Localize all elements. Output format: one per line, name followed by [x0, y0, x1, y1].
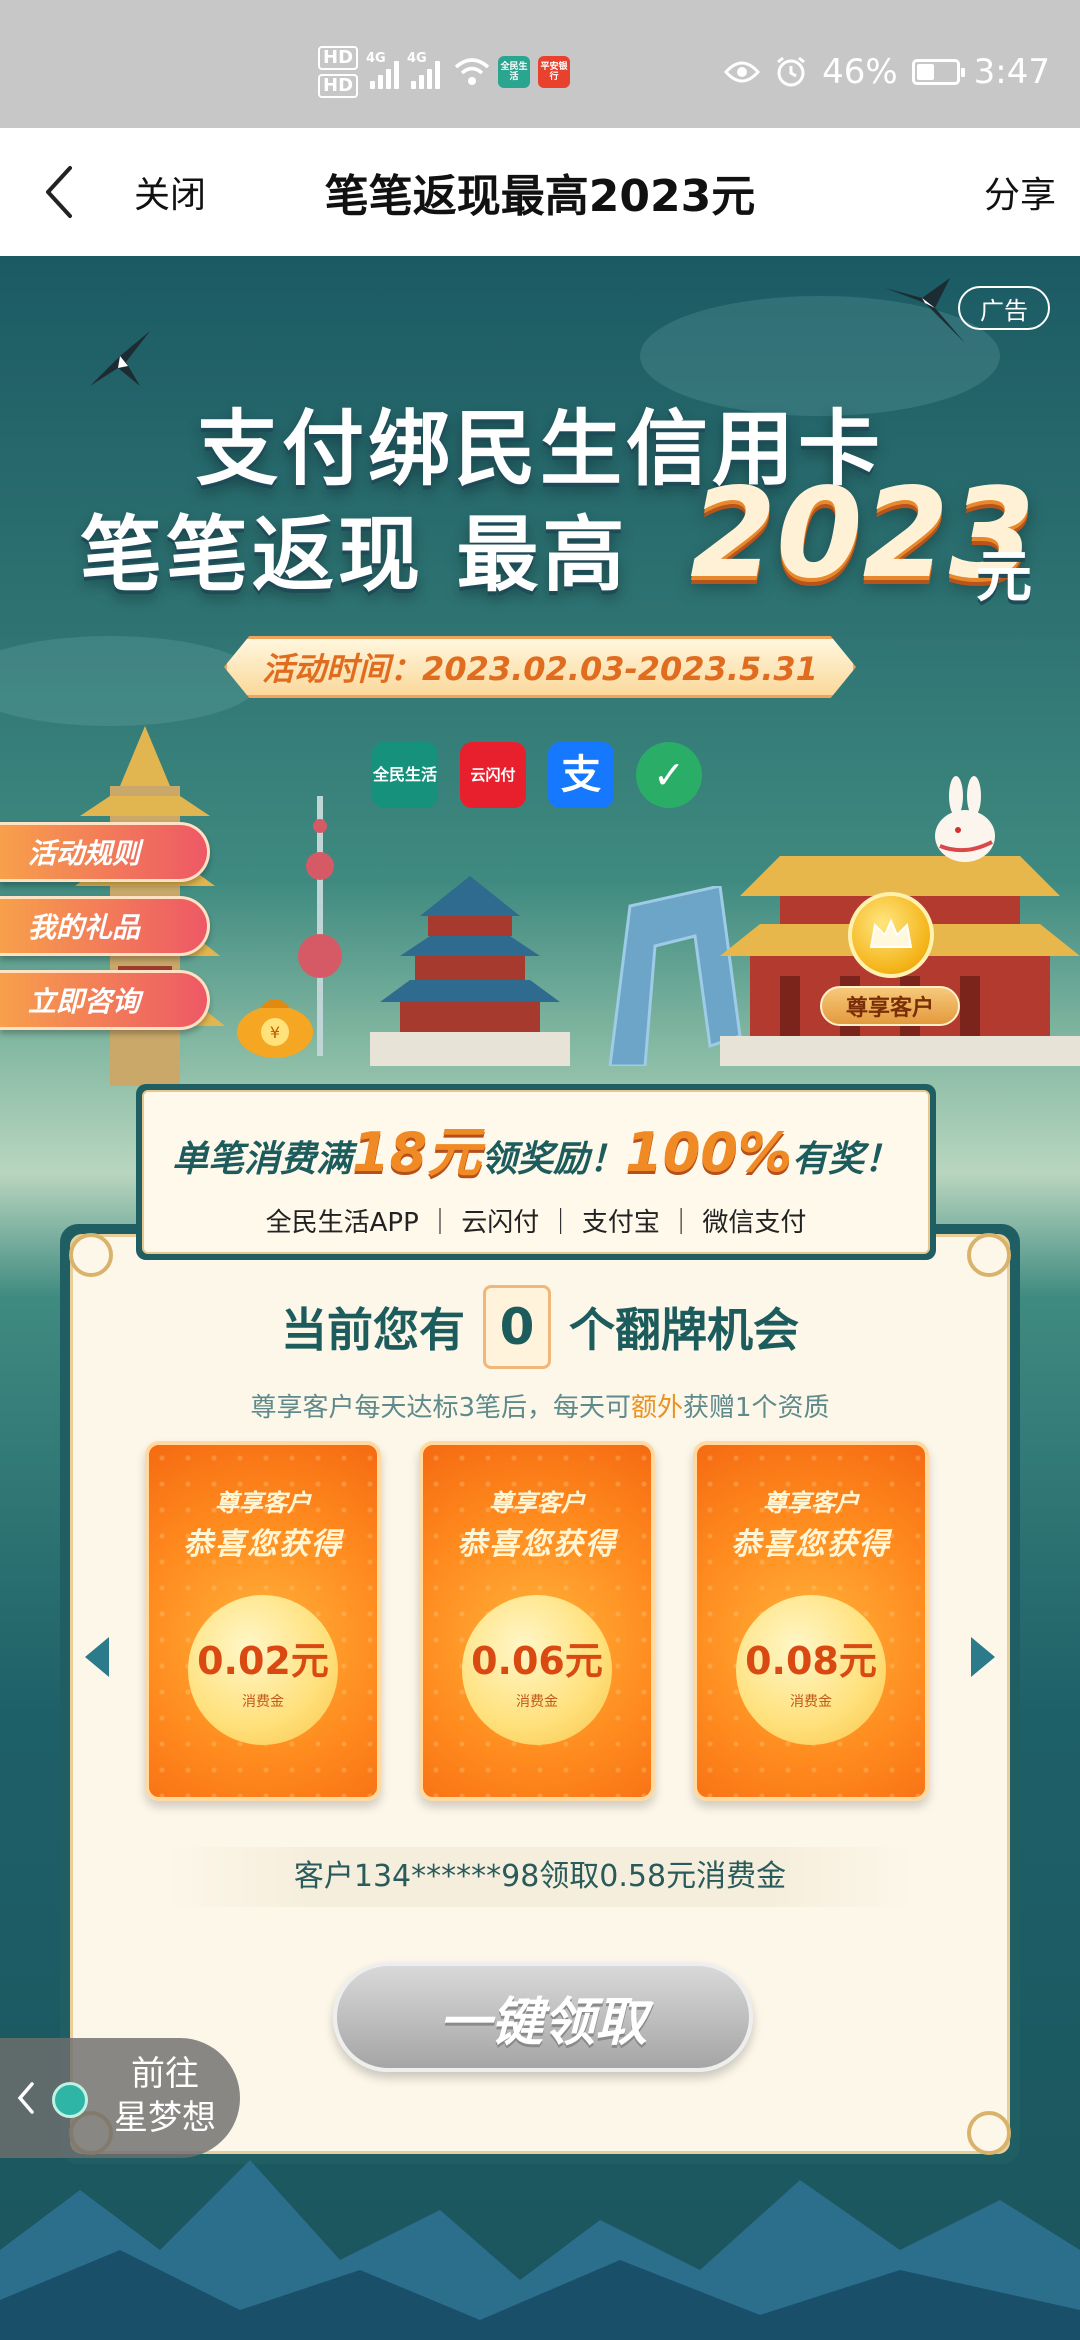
- hd-indicators: HD HD: [318, 46, 359, 98]
- recent-claim-ticker: 客户134******98领取0.58元消费金: [163, 1847, 917, 1907]
- rules-prefix: 单笔消费满: [171, 1139, 352, 1180]
- wifi-icon: [454, 58, 490, 85]
- app-notification-icon-2: 平安银行: [538, 56, 571, 88]
- flip-chances-suffix: 个翻牌机会: [569, 1303, 799, 1357]
- card-unit: 消费金: [242, 1693, 284, 1710]
- hd-badge-1: HD: [318, 46, 359, 70]
- battery-percent: 46%: [822, 52, 898, 92]
- alarm-icon: [777, 56, 805, 87]
- reward-card[interactable]: 尊享客户 恭喜您获得 0.06元 消费金: [419, 1441, 655, 1801]
- mountain-decoration: [0, 2160, 1080, 2340]
- card-title-1: 尊享客户: [489, 1489, 585, 1517]
- prev-arrow-icon[interactable]: [85, 1637, 109, 1677]
- card-amount: 0.06元: [471, 1638, 603, 1683]
- alipay-icon: 支: [548, 742, 614, 808]
- eye-icon: [724, 61, 761, 83]
- rules-middle: 领奖励！: [481, 1139, 626, 1180]
- clock: 3:47: [973, 52, 1050, 92]
- network-type-1: 4G: [366, 51, 386, 66]
- reward-rules-inner: 单笔消费满18元领奖励！100%有奖！ 全民生活APP ｜ 云闪付 ｜ 支付宝 …: [142, 1090, 930, 1254]
- flip-chances-prefix: 当前您有: [281, 1303, 465, 1357]
- corner-ornament: [967, 1233, 1011, 1277]
- consult-now-tab[interactable]: 立即咨询: [0, 970, 210, 1030]
- next-arrow-icon[interactable]: [971, 1637, 995, 1677]
- reward-rules-headline: 单笔消费满18元领奖励！100%有奖！: [144, 1108, 928, 1187]
- card-unit: 消费金: [516, 1693, 558, 1710]
- card-amount: 0.08元: [745, 1638, 877, 1683]
- activity-rules-tab[interactable]: 活动规则: [0, 822, 210, 882]
- swallow-icon: [885, 278, 965, 343]
- my-gifts-tab[interactable]: 我的礼品: [0, 896, 210, 956]
- unionpay-icon: 云闪付: [460, 742, 526, 808]
- reward-card[interactable]: 尊享客户 恭喜您获得 0.08元 消费金: [693, 1441, 929, 1801]
- flip-chances: 当前您有 0 个翻牌机会: [73, 1285, 1007, 1369]
- crown-icon: [848, 892, 934, 978]
- quanmin-life-icon: 全民生活: [372, 742, 438, 808]
- reward-card[interactable]: 尊享客户 恭喜您获得 0.02元 消费金: [145, 1441, 381, 1801]
- corner-ornament: [69, 1233, 113, 1277]
- hero-unit: 元: [976, 545, 1032, 610]
- network-type-2: 4G: [407, 51, 427, 66]
- payment-methods: 全民生活 云闪付 支 ✓: [372, 742, 702, 808]
- vip-customer-badge[interactable]: 尊享客户: [820, 892, 960, 1040]
- signal-icon-2: 4G: [407, 51, 441, 89]
- rules-percent: 100%: [625, 1121, 792, 1184]
- battery-fill: [916, 64, 935, 80]
- flip-card-panel-inner: 当前您有 0 个翻牌机会 尊享客户每天达标3笔后，每天可额外获赠1个资质 尊享客…: [69, 1233, 1011, 2155]
- rules-min-amount: 18元: [352, 1121, 482, 1184]
- card-amount: 0.02元: [197, 1638, 329, 1683]
- promo-page: 广告 支付绑民生信用卡 笔笔返现 最高 2023 元 活动时间：2023.02.…: [0, 256, 1080, 2340]
- status-bar: HD HD 4G 4G 全民生活 平安银行 46% 3:47: [0, 0, 1080, 128]
- rules-suffix: 有奖！: [792, 1139, 901, 1180]
- flip-chances-note: 尊享客户每天达标3笔后，每天可额外获赠1个资质: [73, 1387, 1007, 1424]
- coin-icon: 0.06元 消费金: [462, 1595, 612, 1745]
- temple-of-heaven-illustration: [370, 876, 570, 1066]
- one-click-claim-button[interactable]: 一键领取: [333, 1962, 753, 2072]
- note-post: 获赠1个资质: [683, 1393, 830, 1423]
- reward-rules-banner: 单笔消费满18元领奖励！100%有奖！ 全民生活APP ｜ 云闪付 ｜ 支付宝 …: [136, 1084, 936, 1260]
- coin-icon: 0.02元 消费金: [188, 1595, 338, 1745]
- card-title-2: 恭喜您获得: [183, 1527, 343, 1562]
- reward-cards: 尊享客户 恭喜您获得 0.02元 消费金 尊享客户 恭喜您获得 0.06元 消费…: [145, 1441, 929, 1801]
- money-bag-icon: ¥: [237, 999, 313, 1058]
- card-unit: 消费金: [790, 1693, 832, 1710]
- status-right: 46% 3:47: [724, 44, 1050, 100]
- status-left: HD HD 4G 4G 全民生活 平安银行: [318, 44, 571, 100]
- vip-label: 尊享客户: [820, 986, 960, 1026]
- signal-icon-1: 4G: [366, 51, 400, 89]
- flip-card-panel: 当前您有 0 个翻牌机会 尊享客户每天达标3笔后，每天可额外获赠1个资质 尊享客…: [60, 1224, 1020, 2164]
- card-title-2: 恭喜您获得: [731, 1527, 891, 1562]
- hd-badge-2: HD: [318, 74, 359, 98]
- note-highlight: 额外: [630, 1393, 683, 1423]
- rabbit-illustration: [935, 776, 995, 862]
- share-button[interactable]: 分享: [984, 166, 1056, 218]
- ad-badge: 广告: [958, 286, 1050, 330]
- card-title-2: 恭喜您获得: [457, 1527, 617, 1562]
- float-back-line1: 前往: [131, 2054, 199, 2094]
- wechat-pay-icon: ✓: [636, 742, 702, 808]
- activity-period: 活动时间：2023.02.03-2023.5.31: [224, 636, 856, 698]
- battery-icon: [911, 59, 965, 85]
- svg-text:¥: ¥: [270, 1023, 280, 1042]
- coin-icon: 0.08元 消费金: [736, 1595, 886, 1745]
- app-notification-icon-1: 全民生活: [498, 56, 531, 88]
- nav-bar: 关闭 笔笔返现最高2023元 分享: [0, 128, 1080, 256]
- page-title: 笔笔返现最高2023元: [324, 171, 756, 222]
- flip-chances-count: 0: [483, 1285, 551, 1369]
- card-title-1: 尊享客户: [763, 1489, 859, 1517]
- reward-rules-channels: 全民生活APP ｜ 云闪付 ｜ 支付宝 ｜ 微信支付: [265, 1208, 807, 1238]
- cloud-decoration: [0, 636, 260, 726]
- note-pre: 尊享客户每天达标3笔后，每天可: [250, 1393, 631, 1423]
- card-title-1: 尊享客户: [215, 1489, 311, 1517]
